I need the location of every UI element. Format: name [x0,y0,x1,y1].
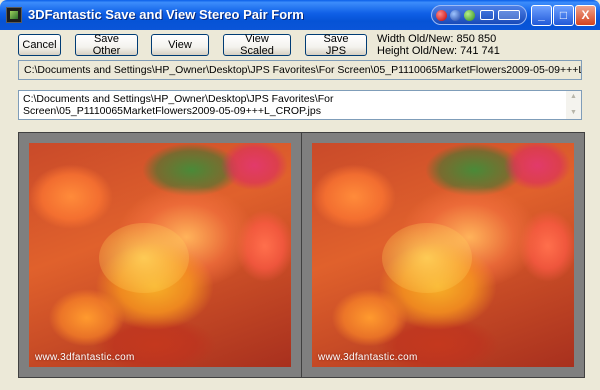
right-watermark: www.3dfantastic.com [318,352,418,363]
left-petal-highlight [99,223,189,293]
width-info: Width Old/New: 850 850 [377,33,497,45]
cancel-button[interactable]: Cancel [18,34,61,56]
window-switch-icon[interactable] [480,10,494,20]
left-image-panel: www.3dfantastic.com [18,132,302,378]
left-stereo-image: www.3dfantastic.com [29,143,291,367]
minimize-button[interactable]: _ [531,5,552,26]
view-button[interactable]: View [151,34,209,56]
blue-circle-icon[interactable] [450,10,461,21]
close-button[interactable]: X [575,5,596,26]
source-path-display: C:\Documents and Settings\HP_Owner\Deskt… [18,60,582,80]
tray-icons[interactable] [431,5,527,25]
right-petal-highlight [382,223,472,293]
output-path-textarea[interactable]: C:\Documents and Settings\HP_Owner\Deskt… [18,90,582,120]
output-path-line-1: C:\Documents and Settings\HP_Owner\Deskt… [23,93,334,105]
save-jps-button[interactable]: Save JPS [305,33,367,57]
left-watermark: www.3dfantastic.com [35,352,135,363]
scroll-up-arrow-icon[interactable]: ▲ [568,92,579,102]
right-image-panel: www.3dfantastic.com [301,132,585,378]
maximize-button[interactable]: □ [553,5,574,26]
view-scaled-button[interactable]: View Scaled [223,33,291,57]
title-bar[interactable]: 3DFantastic Save and View Stereo Pair Fo… [0,0,600,30]
red-circle-icon[interactable] [436,10,447,21]
window-title: 3DFantastic Save and View Stereo Pair Fo… [28,7,304,22]
app-icon[interactable] [6,7,22,23]
window-stack-icon[interactable] [498,10,520,20]
scroll-down-arrow-icon[interactable]: ▼ [568,108,579,118]
save-other-button[interactable]: Save Other [75,33,138,57]
right-stereo-image: www.3dfantastic.com [312,143,574,367]
height-info: Height Old/New: 741 741 [377,45,500,57]
vertical-scrollbar[interactable]: ▲ ▼ [566,91,581,119]
green-circle-icon[interactable] [464,10,475,21]
main-window: 3DFantastic Save and View Stereo Pair Fo… [0,0,600,390]
output-path-line-2: Screen\05_P1110065MarketFlowers2009-05-0… [23,105,321,117]
